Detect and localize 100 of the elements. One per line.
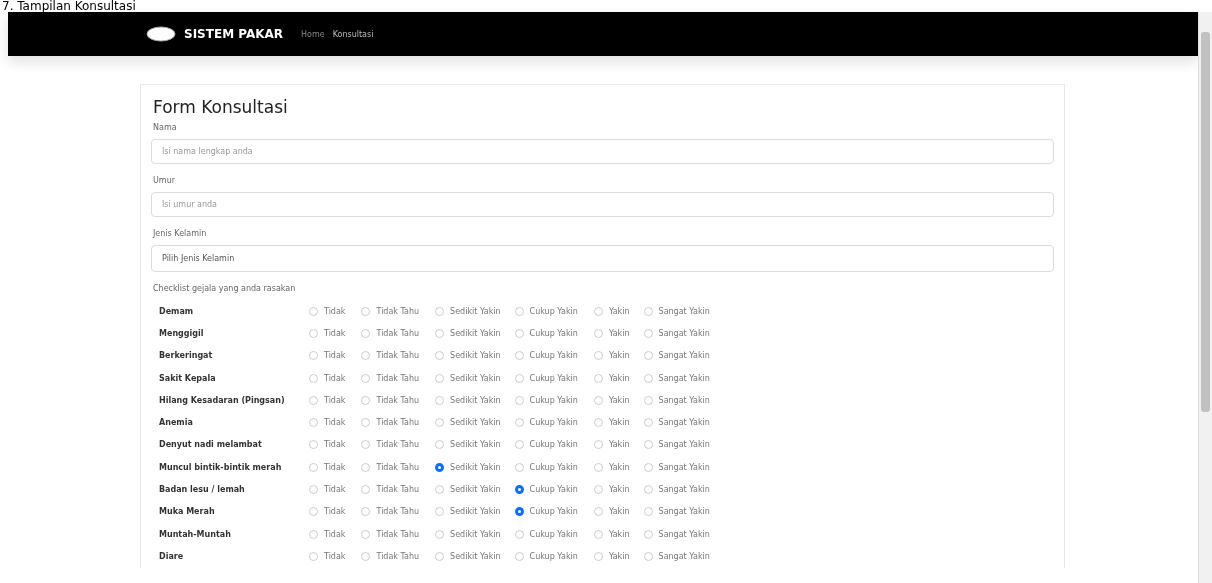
radio-button[interactable]	[435, 440, 445, 450]
radio-button[interactable]	[309, 418, 318, 428]
radio-button[interactable]	[514, 351, 524, 361]
radio-button[interactable]	[643, 351, 653, 361]
radio-button[interactable]	[514, 373, 524, 383]
radio-button[interactable]	[643, 551, 653, 561]
radio-button[interactable]	[643, 328, 653, 338]
option-label: Yakin	[608, 507, 630, 517]
radio-button[interactable]	[309, 551, 318, 561]
radio-button[interactable]	[361, 485, 371, 494]
radio-button[interactable]	[435, 395, 445, 405]
radio-button[interactable]	[514, 485, 524, 494]
radio-button[interactable]	[593, 462, 603, 472]
logo-icon	[146, 26, 176, 42]
radio-button[interactable]	[514, 395, 524, 405]
radio-button[interactable]	[361, 551, 371, 561]
option-label: Tidak	[324, 440, 346, 450]
radio-button[interactable]	[593, 551, 603, 561]
radio-button[interactable]	[435, 551, 445, 561]
option-label: Yakin	[608, 551, 630, 561]
radio-button[interactable]	[593, 306, 603, 316]
radio-button[interactable]	[435, 328, 445, 338]
radio-button[interactable]	[309, 462, 318, 472]
option-label: Cukup Yakin	[529, 328, 578, 338]
nav-link[interactable]: Konsultasi	[332, 29, 374, 39]
radio-button[interactable]	[643, 507, 653, 517]
radio-button[interactable]	[643, 462, 653, 472]
radio-button[interactable]	[435, 351, 445, 361]
radio-button[interactable]	[514, 551, 524, 561]
scrollbar[interactable]	[1198, 12, 1212, 583]
radio-button[interactable]	[361, 328, 371, 338]
radio-button[interactable]	[593, 485, 603, 494]
radio-button[interactable]	[309, 440, 318, 450]
input-field[interactable]: Isi umur anda	[151, 192, 1054, 217]
radio-button[interactable]	[309, 306, 318, 316]
radio-button[interactable]	[593, 351, 603, 361]
radio-button[interactable]	[361, 507, 371, 517]
radio-button[interactable]	[435, 373, 445, 383]
option-label: Yakin	[608, 462, 630, 472]
radio-button[interactable]	[514, 507, 524, 517]
brand-name[interactable]: SISTEM PAKAR	[184, 27, 284, 41]
option-label: Tidak Tahu	[376, 462, 420, 472]
radio-button[interactable]	[361, 529, 371, 539]
radio-button[interactable]	[593, 529, 603, 539]
radio-button[interactable]	[309, 395, 318, 405]
radio-button[interactable]	[643, 306, 653, 316]
radio-button[interactable]	[514, 306, 524, 316]
nav-link[interactable]: Home	[301, 29, 325, 39]
option-label: Cukup Yakin	[529, 551, 578, 561]
radio-button[interactable]	[361, 462, 371, 472]
caption-text: 7. Tampilan Konsultasi	[1, 0, 136, 12]
radio-button[interactable]	[593, 328, 603, 338]
radio-button[interactable]	[361, 395, 371, 405]
radio-button[interactable]	[514, 440, 524, 450]
option-label: Sangat Yakin	[658, 418, 710, 428]
option-label: Tidak	[324, 351, 346, 361]
option-label: Cukup Yakin	[529, 306, 578, 316]
symptom-name: Diare	[159, 551, 185, 561]
select-field[interactable]: Pilih Jenis Kelamin	[151, 245, 1054, 272]
radio-button[interactable]	[593, 395, 603, 405]
radio-button[interactable]	[435, 507, 445, 517]
option-label: Sangat Yakin	[658, 351, 710, 361]
option-label: Sangat Yakin	[658, 507, 710, 517]
radio-button[interactable]	[593, 418, 603, 428]
radio-button[interactable]	[361, 351, 371, 361]
radio-button[interactable]	[643, 395, 653, 405]
radio-button[interactable]	[514, 328, 524, 338]
option-label: Cukup Yakin	[529, 485, 578, 494]
radio-button[interactable]	[309, 351, 318, 361]
radio-button[interactable]	[514, 418, 524, 428]
radio-button[interactable]	[435, 462, 445, 472]
radio-button[interactable]	[309, 529, 318, 539]
radio-button[interactable]	[435, 529, 445, 539]
option-label: Tidak	[324, 485, 346, 494]
input-field[interactable]: Isi nama lengkap anda	[151, 139, 1054, 164]
radio-button[interactable]	[435, 485, 445, 494]
radio-button[interactable]	[643, 485, 653, 494]
radio-button[interactable]	[514, 462, 524, 472]
radio-button[interactable]	[435, 418, 445, 428]
radio-button[interactable]	[643, 440, 653, 450]
radio-button[interactable]	[514, 529, 524, 539]
radio-button[interactable]	[435, 306, 445, 316]
radio-button[interactable]	[593, 440, 603, 450]
radio-button[interactable]	[593, 373, 603, 383]
radio-button[interactable]	[361, 306, 371, 316]
radio-button[interactable]	[643, 418, 653, 428]
radio-button[interactable]	[309, 328, 318, 338]
radio-button[interactable]	[309, 373, 318, 383]
symptom-name: Muka Merah	[159, 507, 216, 517]
field-label: Nama	[153, 123, 178, 132]
radio-button[interactable]	[309, 485, 318, 494]
option-label: Tidak Tahu	[376, 440, 420, 450]
radio-button[interactable]	[361, 440, 371, 450]
radio-button[interactable]	[593, 507, 603, 517]
radio-button[interactable]	[309, 507, 318, 517]
radio-button[interactable]	[643, 529, 653, 539]
radio-button[interactable]	[361, 373, 371, 383]
radio-button[interactable]	[643, 373, 653, 383]
radio-button[interactable]	[361, 418, 371, 428]
option-label: Sangat Yakin	[658, 328, 710, 338]
